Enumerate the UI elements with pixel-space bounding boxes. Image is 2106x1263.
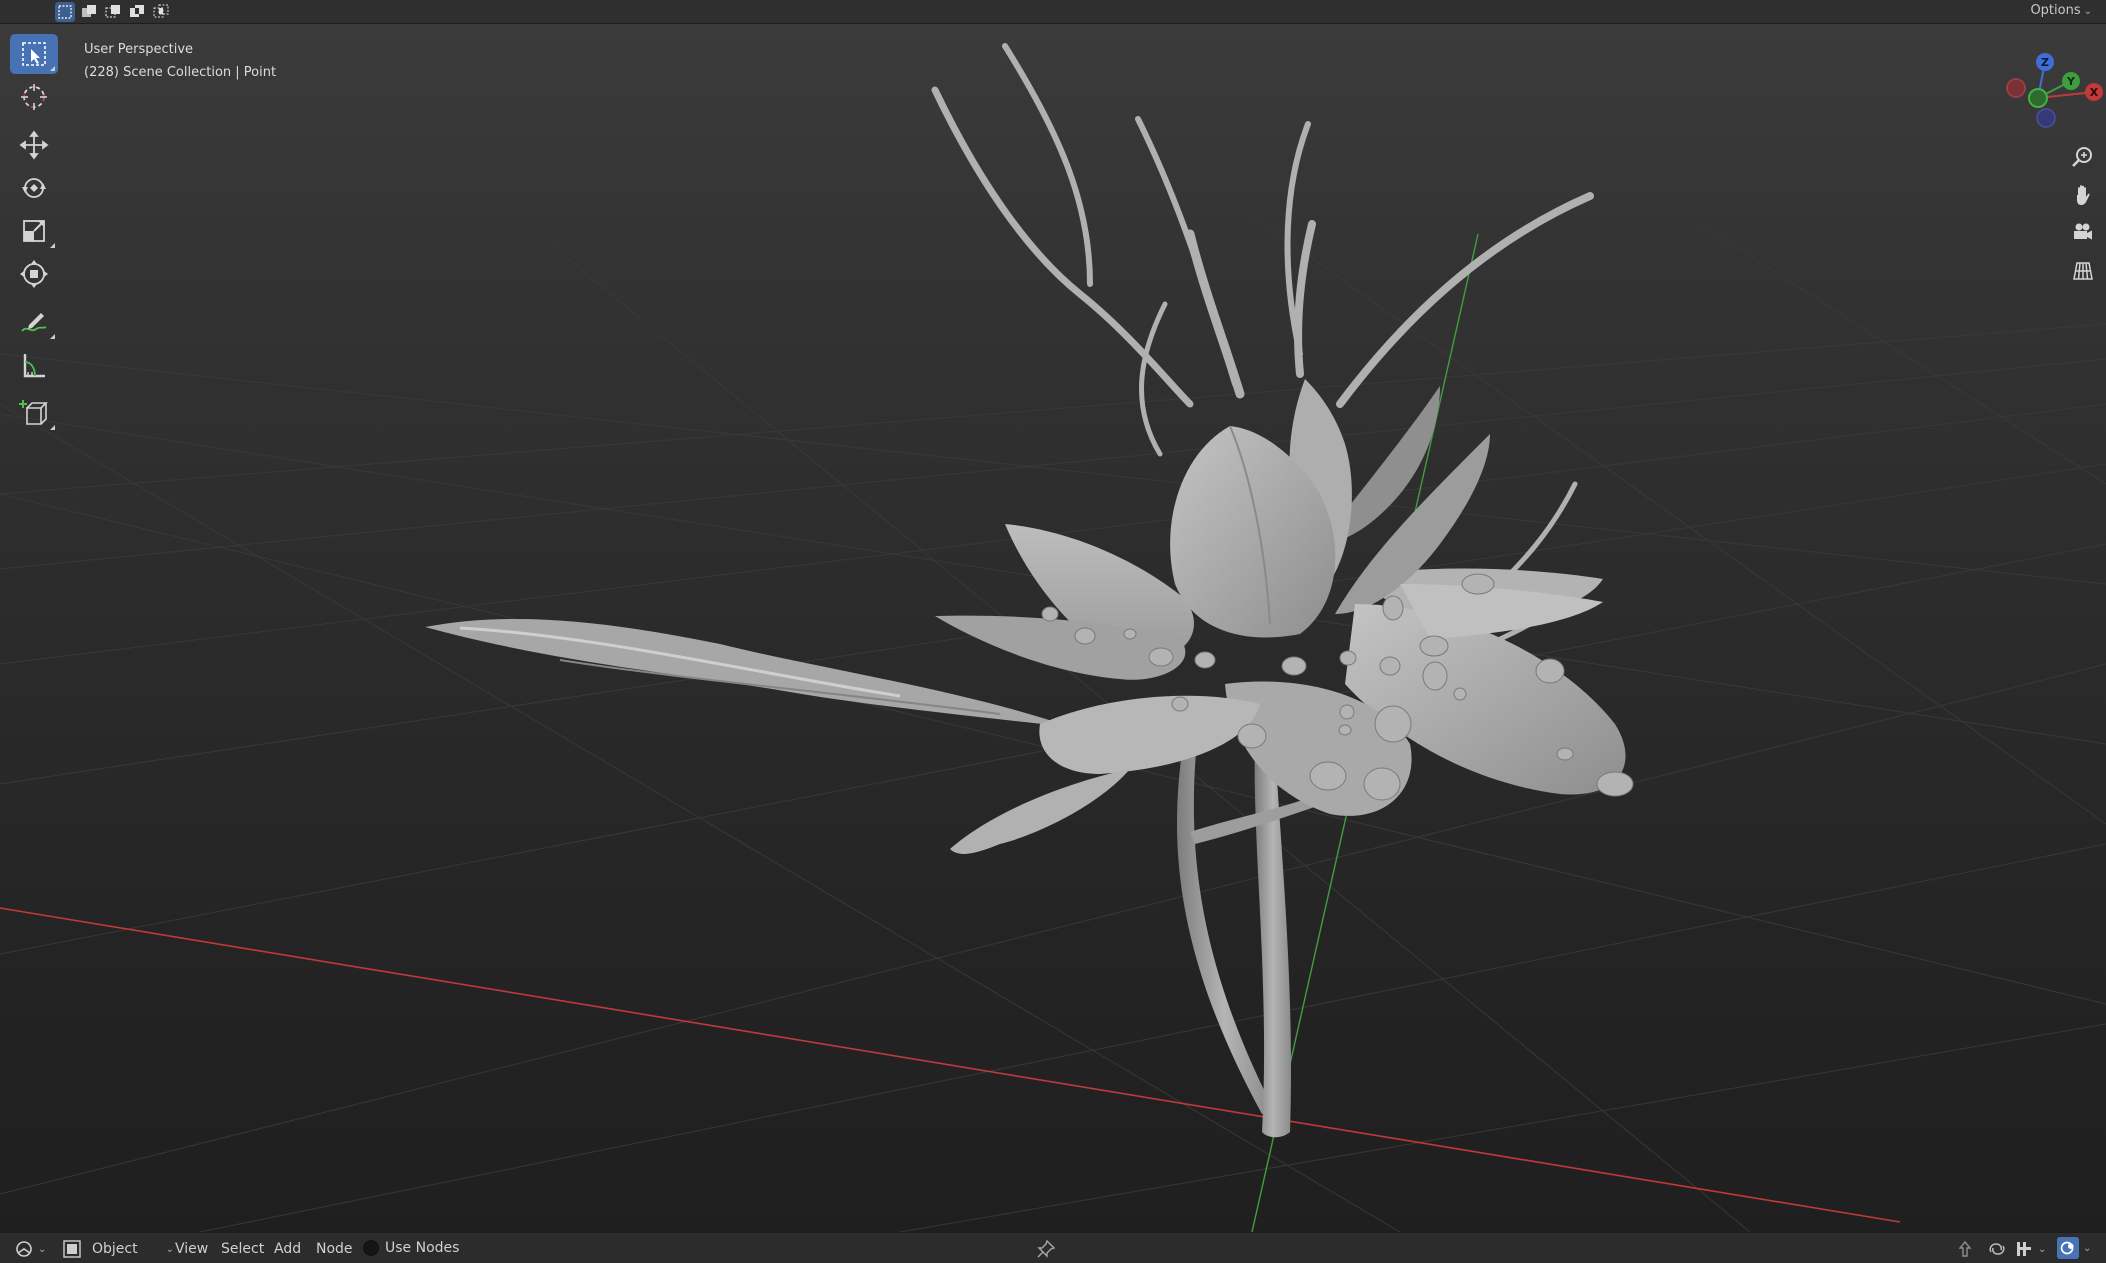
select-subtract-icon [105,5,120,18]
hand-icon [2077,185,2090,205]
viewport-info: User Perspective (228) Scene Collection … [84,38,276,84]
annotate-tool[interactable] [10,302,58,342]
options-label: Options [2030,3,2081,18]
grid-icon [2073,262,2093,280]
add-cube-icon [19,400,48,425]
flower-mesh [425,43,1634,1138]
select-difference-icon [130,5,144,17]
transform-tool[interactable] [10,254,58,294]
mode-label: Object [92,1241,138,1257]
pan-button[interactable] [2066,178,2100,212]
snap-icon [2017,1242,2031,1256]
zoom-icon [2072,147,2092,167]
chevron-down-icon: ⌄ [165,1243,174,1255]
select-box-icon [22,42,46,66]
menu-add[interactable]: Add [274,1241,301,1257]
chevron-down-icon: ⌄ [2083,1242,2092,1254]
projection-toggle-button[interactable] [2066,254,2100,288]
camera-view-button[interactable] [2066,216,2100,250]
measure-icon [23,354,45,378]
rotate-tool[interactable] [10,168,58,208]
add-cube-tool[interactable] [10,393,58,433]
viewport-header: Options ⌄ [0,0,2106,24]
editor-header: ⌄ Object ⌄ View Select Add Node Use Node… [0,1232,2106,1263]
transform-icon [20,260,48,288]
neg-z-handle-icon [2036,108,2056,128]
select-extend-mode-button[interactable] [79,2,99,22]
select-box-tool[interactable] [10,34,58,74]
move-tool[interactable] [10,125,58,165]
arrow-up-icon [1958,1240,1972,1257]
y-axis-label: Y [2066,75,2076,88]
view-name: User Perspective [84,42,194,57]
use-nodes-toggle[interactable]: Use Nodes [363,1240,459,1256]
scale-tool[interactable] [10,211,58,251]
scene-render [0,43,2106,1232]
scale-icon [23,220,45,242]
editor-type-dropdown[interactable]: ⌄ [14,1239,46,1259]
x-axis-label: X [2090,86,2099,99]
cursor-tool[interactable] [10,77,58,117]
camera-icon [2074,223,2092,240]
link-icon [1989,1243,2005,1255]
measure-tool[interactable] [10,345,58,385]
object-mode-dropdown[interactable]: Object ⌄ [62,1239,174,1259]
object-mode-icon [63,1240,81,1258]
move-icon [19,130,49,160]
pin-icon [1037,1239,1056,1258]
select-extend-icon [82,5,96,17]
neg-x-handle-icon [2006,78,2026,98]
navigation-controls [2066,140,2100,292]
menu-view[interactable]: View [175,1241,208,1257]
options-dropdown[interactable]: Options ⌄ [2030,3,2092,18]
chevron-down-icon: ⌄ [38,1243,47,1255]
tool-shelf [10,34,62,436]
node-wrangler-button[interactable] [1987,1239,2007,1259]
pin-button[interactable] [1036,1239,1056,1259]
select-new-icon [58,5,72,19]
rotate-icon [22,178,46,198]
snapping-dropdown[interactable]: ⌄ [2014,1239,2046,1259]
use-nodes-label: Use Nodes [385,1240,460,1256]
menu-node[interactable]: Node [316,1241,353,1257]
annotate-icon [21,313,47,332]
neg-y-handle-icon [2028,88,2048,108]
navigation-gizmo[interactable]: Z Y X [1996,38,2106,148]
parent-node-button[interactable] [1955,1239,1975,1259]
select-new-mode-button[interactable] [55,2,75,22]
select-intersect-mode-button[interactable] [151,2,171,22]
cursor-icon [21,84,47,110]
overlay-toggle[interactable]: ⌄ [2057,1237,2091,1259]
z-axis-label: Z [2041,56,2049,69]
select-intersect-icon [153,4,169,18]
chevron-down-icon: ⌄ [2038,1243,2047,1255]
3d-viewport[interactable]: User Perspective (228) Scene Collection … [0,24,2106,1232]
use-nodes-checkbox[interactable] [363,1240,379,1256]
select-subtract-mode-button[interactable] [103,2,123,22]
menu-select[interactable]: Select [221,1241,264,1257]
zoom-button[interactable] [2066,140,2100,174]
select-difference-mode-button[interactable] [127,2,147,22]
collection-info: (228) Scene Collection | Point [84,65,277,80]
node-editor-icon [16,1241,32,1257]
overlay-icon [2057,1237,2079,1259]
chevron-down-icon: ⌄ [2083,6,2092,17]
